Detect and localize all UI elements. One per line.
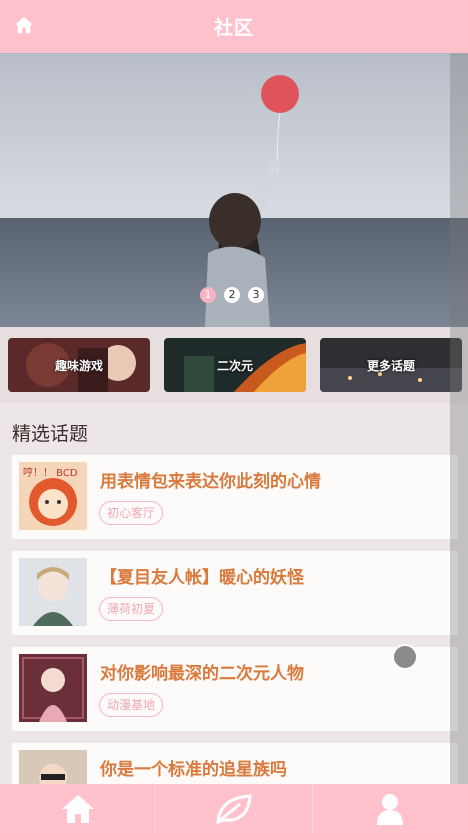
topic-title: 【夏目友人帐】暖心的妖怪: [100, 568, 304, 588]
carousel-dots: 1 2 3: [200, 287, 264, 303]
topic-item[interactable]: 哼！！ BCD 用表情包来表达你此刻的心情 初心客厅: [12, 455, 458, 539]
thumb-text: 哼！！ BCD: [23, 466, 78, 479]
banner-carousel[interactable]: 1 2 3: [0, 53, 468, 327]
user-icon: [377, 793, 404, 825]
category-row: 趣味游戏 二次元 更多话题: [0, 327, 468, 403]
category-games[interactable]: 趣味游戏: [8, 338, 150, 392]
topic-item[interactable]: 对你影响最深的二次元人物 动漫基地: [12, 647, 458, 731]
bottom-tab-bar: [0, 784, 468, 833]
top-header: 社区: [0, 0, 468, 53]
tab-profile[interactable]: [313, 784, 468, 833]
chevron-right-icon: [433, 489, 444, 507]
chevron-right-icon: [433, 585, 444, 603]
topic-tag[interactable]: 薄荷初夏: [99, 597, 164, 621]
category-more-topics[interactable]: 更多话题: [320, 338, 462, 392]
chevron-right-icon: [433, 681, 444, 699]
topic-thumbnail: 哼！！ BCD: [19, 462, 87, 530]
tab-community[interactable]: [156, 784, 313, 833]
leaf-icon: [216, 793, 252, 824]
topic-title: 对你影响最深的二次元人物: [100, 664, 304, 684]
home-icon: [61, 794, 94, 823]
tab-home[interactable]: [0, 784, 157, 833]
section-title: 精选话题: [12, 423, 89, 445]
scrollbar[interactable]: [450, 53, 468, 784]
banner-image: [0, 53, 468, 327]
topic-thumbnail: [19, 654, 87, 722]
category-label: 更多话题: [366, 358, 415, 373]
category-label: 二次元: [216, 358, 253, 373]
topic-thumbnail: [19, 558, 87, 626]
topic-title: 你是一个标准的追星族吗: [100, 760, 287, 780]
category-anime[interactable]: 二次元: [164, 338, 306, 392]
carousel-dot[interactable]: 2: [224, 287, 240, 303]
topic-item[interactable]: 【夏目友人帐】暖心的妖怪 薄荷初夏: [12, 551, 458, 635]
topic-tag[interactable]: 动漫基地: [99, 693, 164, 717]
page-title: 社区: [213, 17, 254, 39]
home-icon[interactable]: [13, 14, 35, 36]
carousel-dot[interactable]: 1: [200, 287, 216, 303]
floating-button[interactable]: [392, 644, 418, 670]
topic-title: 用表情包来表达你此刻的心情: [100, 472, 321, 492]
topic-tag[interactable]: 初心客厅: [99, 501, 164, 525]
carousel-dot[interactable]: 3: [248, 287, 264, 303]
category-label: 趣味游戏: [54, 358, 103, 373]
